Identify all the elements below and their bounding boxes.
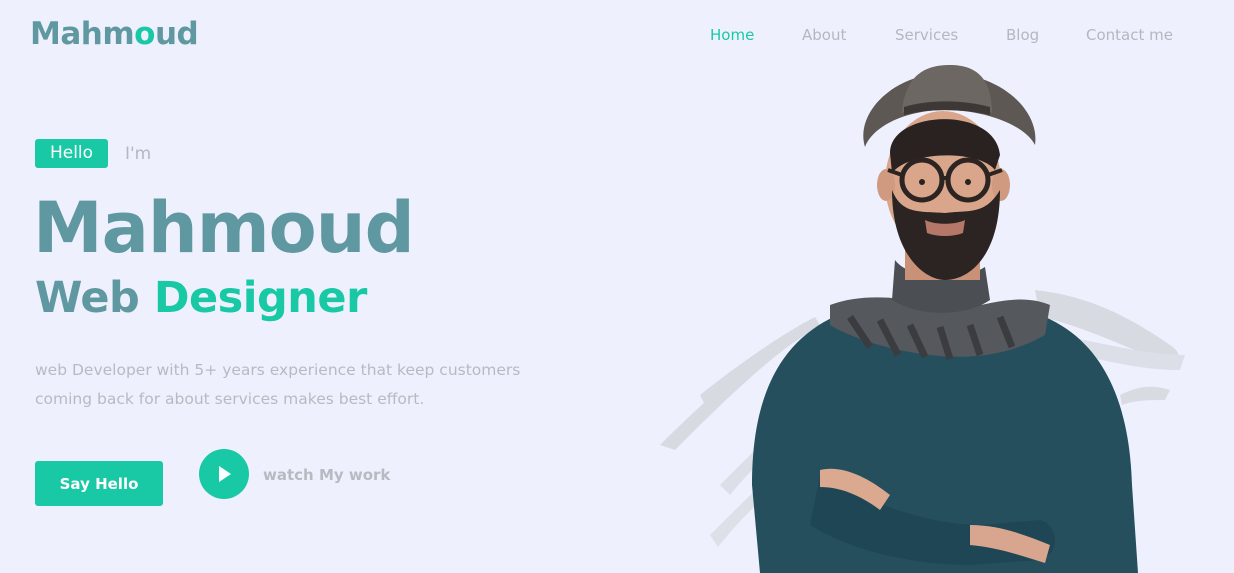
- portrait-image: [660, 65, 1185, 573]
- intro-text: I'm: [125, 144, 152, 164]
- description-line-1: web Developer with 5+ years experience t…: [35, 361, 521, 379]
- nav-services[interactable]: Services: [895, 24, 958, 46]
- say-hello-button[interactable]: Say Hello: [35, 461, 163, 506]
- play-icon: [219, 466, 231, 482]
- nav-about[interactable]: About: [802, 24, 846, 46]
- hello-badge: Hello: [35, 139, 108, 168]
- play-button[interactable]: [199, 449, 249, 499]
- role-word-web: Web: [35, 273, 140, 323]
- hero-role: Web Designer: [35, 270, 367, 326]
- main-nav: Home About Services Blog Contact me: [0, 24, 1234, 46]
- hero-name: Mahmoud: [33, 187, 415, 269]
- page: Mahmoud Home About Services Blog Contact…: [0, 0, 1234, 573]
- watch-my-work-link[interactable]: watch My work: [263, 463, 390, 487]
- nav-blog[interactable]: Blog: [1006, 24, 1039, 46]
- description-line-2: coming back for about services makes bes…: [35, 390, 425, 408]
- nav-contact[interactable]: Contact me: [1086, 24, 1173, 46]
- role-word-designer: Designer: [153, 273, 367, 323]
- hero-description: web Developer with 5+ years experience t…: [35, 356, 555, 414]
- nav-home[interactable]: Home: [710, 24, 754, 46]
